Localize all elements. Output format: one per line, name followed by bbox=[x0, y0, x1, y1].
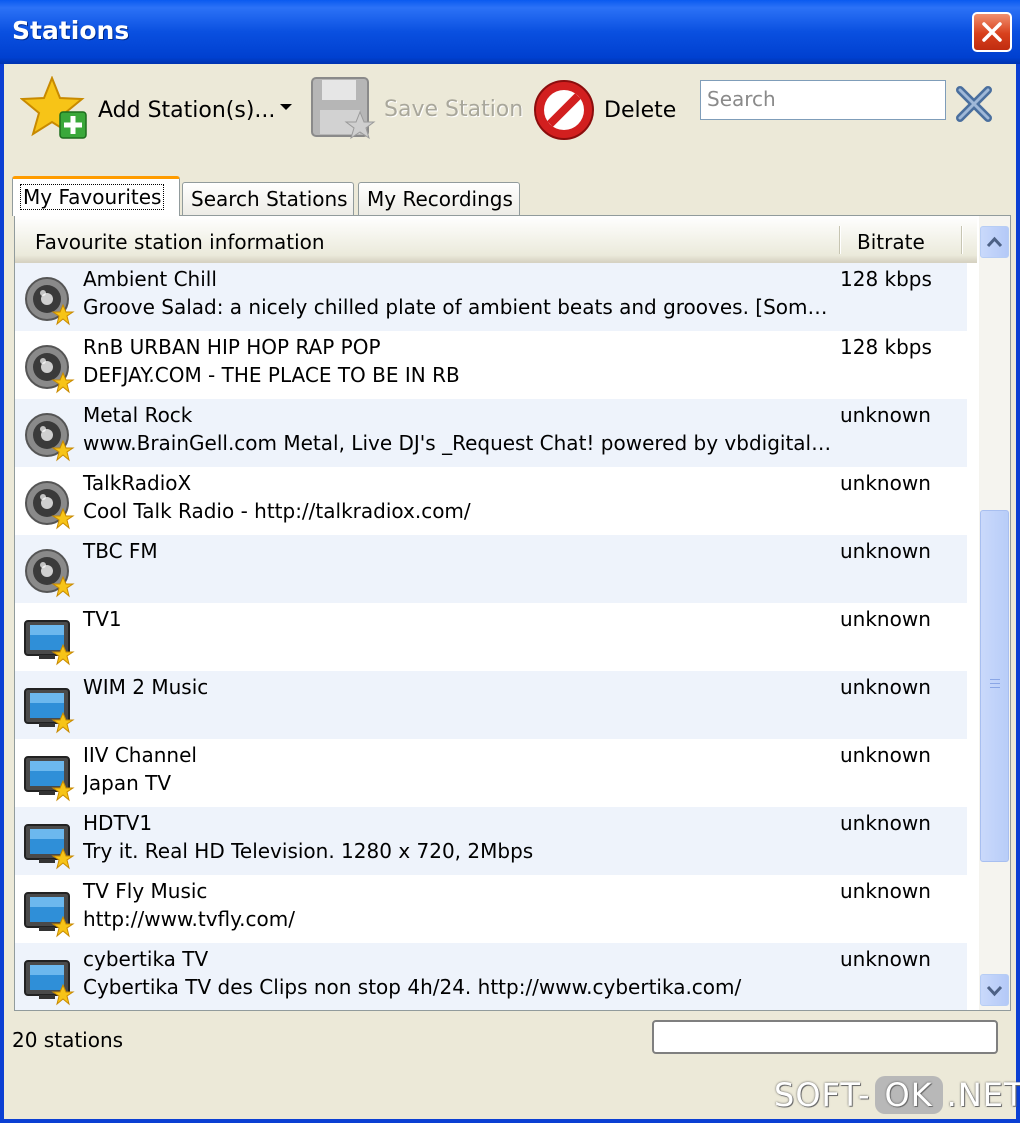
station-bitrate: unknown bbox=[840, 539, 931, 563]
radio-favourite-icon bbox=[23, 275, 75, 327]
delete-label: Delete bbox=[604, 98, 676, 123]
column-header-info[interactable]: Favourite station information bbox=[35, 230, 325, 254]
add-station-label: Add Station(s)... bbox=[98, 98, 275, 123]
save-disk-icon bbox=[310, 76, 376, 142]
station-row[interactable]: cybertika TV Cybertika TV des Clips non s… bbox=[15, 943, 967, 1011]
scroll-up-button[interactable] bbox=[980, 226, 1009, 258]
vertical-scrollbar[interactable] bbox=[979, 216, 1010, 1010]
station-name: RnB URBAN HIP HOP RAP POP bbox=[83, 335, 381, 359]
watermark-right: .NET bbox=[947, 1076, 1020, 1114]
station-bitrate: unknown bbox=[840, 471, 931, 495]
chevron-down-icon bbox=[981, 975, 1008, 1005]
station-name: TV1 bbox=[83, 607, 122, 631]
tab-search-stations-label: Search Stations bbox=[191, 187, 348, 211]
station-name: TBC FM bbox=[83, 539, 158, 563]
radio-favourite-icon bbox=[23, 547, 75, 599]
station-bitrate: unknown bbox=[840, 675, 931, 699]
station-bitrate: unknown bbox=[840, 947, 931, 971]
search-input[interactable] bbox=[701, 81, 943, 117]
add-station-dropdown-arrow[interactable] bbox=[280, 104, 292, 110]
delete-icon bbox=[532, 78, 596, 142]
station-name: HDTV1 bbox=[83, 811, 152, 835]
column-separator[interactable] bbox=[839, 226, 840, 254]
station-name: cybertika TV bbox=[83, 947, 208, 971]
station-name: TV Fly Music bbox=[83, 879, 207, 903]
tv-favourite-icon bbox=[23, 683, 75, 735]
station-name: WIM 2 Music bbox=[83, 675, 208, 699]
station-count: 20 stations bbox=[12, 1028, 123, 1052]
station-row[interactable]: RnB URBAN HIP HOP RAP POP DEFJAY.COM - TH… bbox=[15, 331, 967, 399]
close-button[interactable] bbox=[972, 12, 1012, 52]
scroll-down-button[interactable] bbox=[980, 974, 1009, 1006]
station-row[interactable]: TBC FM unknown bbox=[15, 535, 967, 603]
station-description: http://www.tvfly.com/ bbox=[83, 907, 833, 931]
station-description: www.BrainGell.com Metal, Live DJ's _Requ… bbox=[83, 431, 833, 455]
radio-favourite-icon bbox=[23, 479, 75, 531]
column-header-bitrate[interactable]: Bitrate bbox=[857, 230, 925, 254]
column-header: Favourite station information Bitrate bbox=[15, 216, 977, 263]
station-bitrate: 128 kbps bbox=[840, 267, 932, 291]
close-icon bbox=[982, 22, 1002, 42]
tv-favourite-icon bbox=[23, 887, 75, 939]
station-row[interactable]: TV1 unknown bbox=[15, 603, 967, 671]
add-station-button[interactable]: Add Station(s)... bbox=[20, 78, 275, 142]
star-add-icon bbox=[20, 76, 92, 144]
tv-favourite-icon bbox=[23, 615, 75, 667]
toolbar: Add Station(s)... Save Station Delete bbox=[4, 64, 1016, 170]
stations-window: Stations Add Station(s)... Save Station bbox=[0, 0, 1020, 1123]
station-description: Cybertika TV des Clips non stop 4h/24. h… bbox=[83, 975, 833, 999]
station-bitrate: unknown bbox=[840, 403, 931, 427]
tv-favourite-icon bbox=[23, 955, 75, 1007]
station-bitrate: 128 kbps bbox=[840, 335, 932, 359]
chevron-up-icon bbox=[981, 227, 1008, 257]
window-title: Stations bbox=[12, 16, 129, 45]
tab-strip: My Favourites Search Stations My Recordi… bbox=[12, 172, 1012, 216]
clear-search-button[interactable] bbox=[954, 86, 994, 126]
station-row[interactable]: TV Fly Music http://www.tvfly.com/unknown bbox=[15, 875, 967, 943]
status-bar: 20 stations bbox=[4, 1012, 1016, 1072]
station-row[interactable]: Ambient Chill Groove Salad: a nicely chil… bbox=[15, 263, 967, 331]
progress-bar bbox=[652, 1020, 998, 1054]
tab-my-recordings[interactable]: My Recordings bbox=[358, 182, 520, 216]
station-row[interactable]: TalkRadioX Cool Talk Radio - http://talkr… bbox=[15, 467, 967, 535]
station-row[interactable]: WIM 2 Music unknown bbox=[15, 671, 967, 739]
station-bitrate: unknown bbox=[840, 879, 931, 903]
tv-favourite-icon bbox=[23, 819, 75, 871]
title-bar[interactable]: Stations bbox=[0, 0, 1020, 64]
watermark-mid: OK bbox=[875, 1076, 943, 1114]
radio-favourite-icon bbox=[23, 343, 75, 395]
radio-favourite-icon bbox=[23, 411, 75, 463]
save-station-label: Save Station bbox=[384, 97, 523, 122]
station-description: Groove Salad: a nicely chilled plate of … bbox=[83, 295, 833, 319]
station-rows: Ambient Chill Groove Salad: a nicely chil… bbox=[15, 263, 967, 1011]
column-separator[interactable] bbox=[961, 226, 962, 254]
station-description: Cool Talk Radio - http://talkradiox.com/ bbox=[83, 499, 833, 523]
station-name: TalkRadioX bbox=[83, 471, 191, 495]
tv-favourite-icon bbox=[23, 751, 75, 803]
watermark-left: SOFT- bbox=[774, 1076, 871, 1114]
station-name: IIV Channel bbox=[83, 743, 197, 767]
station-row[interactable]: Metal Rock www.BrainGell.com Metal, Live … bbox=[15, 399, 967, 467]
search-box[interactable] bbox=[700, 80, 946, 120]
clear-x-icon bbox=[954, 86, 994, 122]
station-name: Metal Rock bbox=[83, 403, 192, 427]
tab-search-stations[interactable]: Search Stations bbox=[182, 182, 354, 216]
tab-my-favourites[interactable]: My Favourites bbox=[12, 176, 180, 216]
tab-my-recordings-label: My Recordings bbox=[367, 187, 513, 211]
station-bitrate: unknown bbox=[840, 743, 931, 767]
station-row[interactable]: HDTV1 Try it. Real HD Television. 1280 x … bbox=[15, 807, 967, 875]
tab-my-favourites-label: My Favourites bbox=[21, 185, 163, 209]
save-station-button[interactable]: Save Station bbox=[310, 76, 523, 142]
delete-button[interactable]: Delete bbox=[532, 78, 676, 142]
station-bitrate: unknown bbox=[840, 811, 931, 835]
station-description: Try it. Real HD Television. 1280 x 720, … bbox=[83, 839, 833, 863]
station-description: DEFJAY.COM - THE PLACE TO BE IN RB bbox=[83, 363, 833, 387]
scroll-thumb[interactable] bbox=[980, 510, 1009, 862]
station-name: Ambient Chill bbox=[83, 267, 217, 291]
watermark: SOFT- OK .NET bbox=[774, 1076, 1020, 1114]
station-row[interactable]: IIV Channel Japan TV unknown bbox=[15, 739, 967, 807]
station-list: Favourite station information Bitrate Am… bbox=[14, 215, 1011, 1011]
station-description: Japan TV bbox=[83, 771, 833, 795]
station-bitrate: unknown bbox=[840, 607, 931, 631]
